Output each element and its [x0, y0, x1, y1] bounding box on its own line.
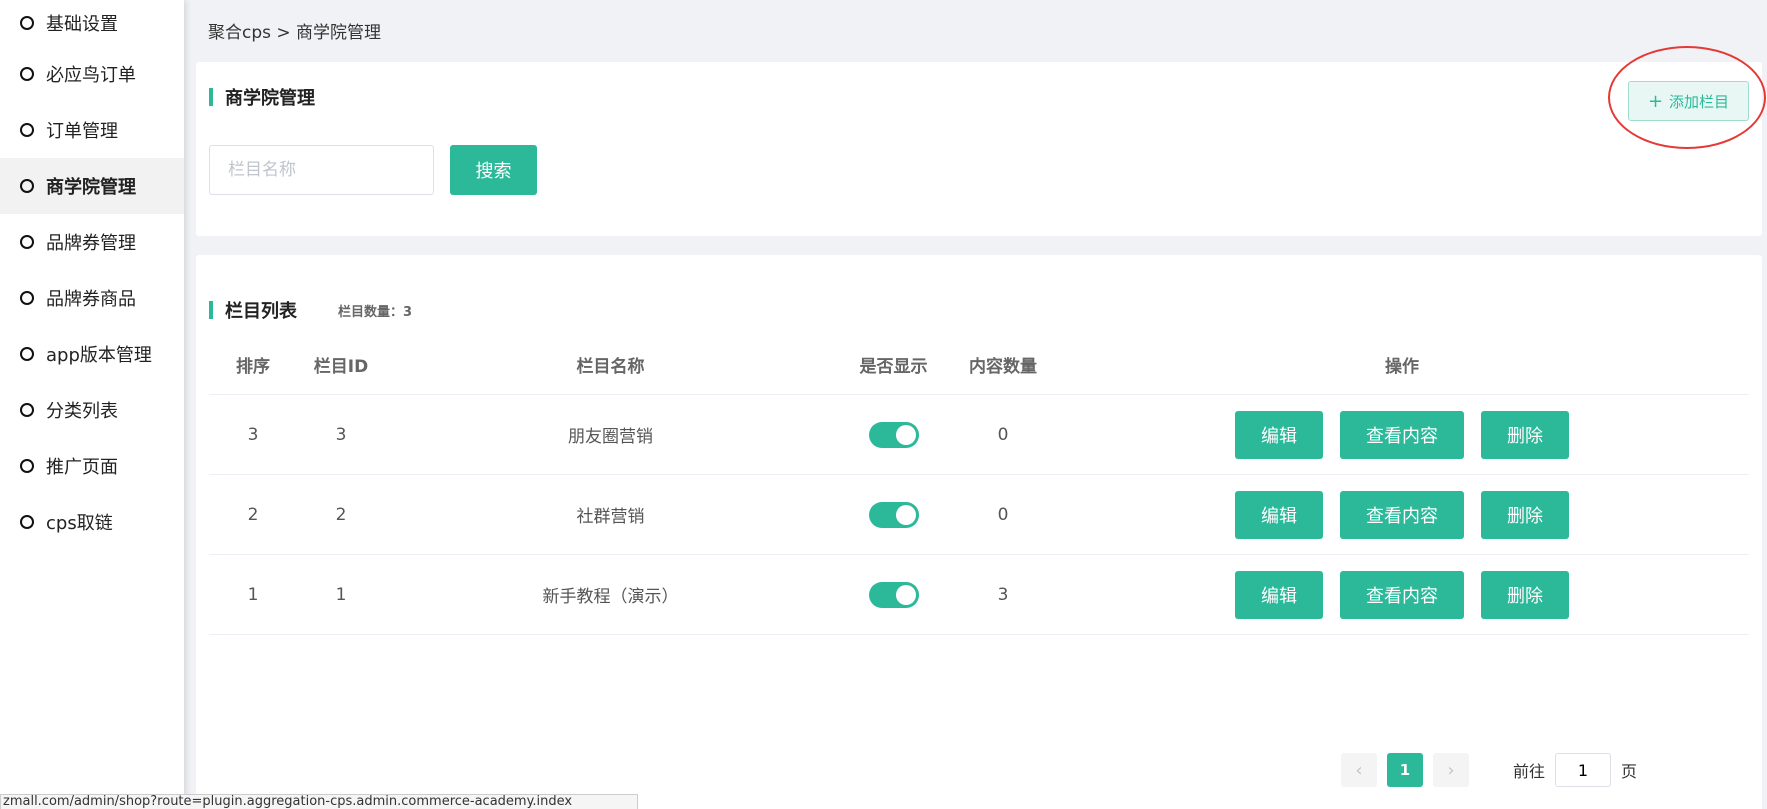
view-content-button[interactable]: 查看内容 [1340, 490, 1464, 539]
section-title-text: 商学院管理 [225, 88, 315, 109]
goto-suffix: 页 [1621, 762, 1638, 781]
circle-icon [20, 123, 34, 137]
column-list-card: 栏目列表 栏目数量：3 排序 栏目ID 栏目名称 是否显示 内容数量 操作 3 … [196, 255, 1762, 809]
edit-button[interactable]: 编辑 [1235, 410, 1323, 459]
cell-visible [836, 581, 951, 608]
delete-button[interactable]: 删除 [1481, 570, 1569, 619]
sidebar-item-label: 订单管理 [46, 121, 118, 142]
prev-page-button[interactable]: ‹ [1341, 753, 1377, 787]
sidebar-item-app-version[interactable]: app版本管理 [0, 326, 184, 382]
status-url-bar: zmall.com/admin/shop?route=plugin.aggreg… [0, 794, 638, 809]
circle-icon [20, 347, 34, 361]
sidebar-item-promo-pages[interactable]: 推广页面 [0, 438, 184, 494]
cell-id: 3 [335, 424, 347, 445]
cell-content-count: 0 [997, 424, 1009, 445]
sidebar-item-order-management[interactable]: 订单管理 [0, 102, 184, 158]
section-title-text: 栏目列表 [225, 301, 297, 322]
sidebar-item-cps-link[interactable]: cps取链 [0, 494, 184, 550]
plus-icon: + [1647, 90, 1664, 112]
add-column-label: 添加栏目 [1669, 92, 1730, 111]
sidebar-item-label: 品牌券管理 [46, 233, 136, 254]
circle-icon [20, 403, 34, 417]
sidebar-item-label: 基础设置 [46, 14, 118, 35]
goto-page-input[interactable] [1555, 753, 1612, 787]
header-id: 栏目ID [313, 357, 369, 377]
sidebar-item-brand-coupon-goods[interactable]: 品牌券商品 [0, 270, 184, 326]
circle-icon [20, 179, 34, 193]
cell-name: 社群营销 [576, 507, 645, 527]
sidebar-item-bing-orders[interactable]: 必应鸟订单 [0, 46, 184, 102]
circle-icon [20, 67, 34, 81]
column-name-input[interactable] [209, 145, 434, 195]
circle-icon [20, 515, 34, 529]
cell-actions: 编辑 查看内容 删除 [1055, 410, 1749, 459]
cell-content-count: 3 [997, 584, 1009, 605]
circle-icon [20, 459, 34, 473]
cell-content-count: 0 [997, 504, 1009, 525]
sidebar-item-category-list[interactable]: 分类列表 [0, 382, 184, 438]
sidebar-item-label: 必应鸟订单 [46, 65, 136, 86]
header-content-count: 内容数量 [969, 357, 1037, 377]
sidebar-item-label: 商学院管理 [46, 177, 136, 198]
sidebar-item-academy-management[interactable]: 商学院管理 [0, 158, 184, 214]
title-accent-bar [209, 301, 213, 319]
visibility-toggle[interactable] [868, 581, 919, 608]
pagination: ‹ 1 › 前往 页 [1341, 753, 1637, 787]
add-column-button[interactable]: + 添加栏目 [1628, 81, 1749, 121]
sidebar-item-label: app版本管理 [46, 345, 152, 366]
cell-actions: 编辑 查看内容 删除 [1055, 490, 1749, 539]
cell-name: 朋友圈营销 [568, 427, 653, 447]
cell-id: 2 [335, 504, 347, 525]
cell-sort: 2 [247, 504, 259, 525]
edit-button[interactable]: 编辑 [1235, 490, 1323, 539]
circle-icon [20, 291, 34, 305]
cell-id: 1 [335, 584, 347, 605]
circle-icon [20, 16, 34, 30]
cell-visible [836, 501, 951, 528]
search-card: 商学院管理 + 添加栏目 搜索 [196, 46, 1766, 236]
visibility-toggle[interactable] [868, 421, 919, 448]
cell-sort: 3 [247, 424, 259, 445]
table-row: 3 3 朋友圈营销 0 编辑 查看内容 删除 [209, 395, 1749, 475]
edit-button[interactable]: 编辑 [1235, 570, 1323, 619]
delete-button[interactable]: 删除 [1481, 490, 1569, 539]
section-title: 商学院管理 [209, 84, 315, 110]
cell-name: 新手教程（演示） [542, 587, 679, 607]
sidebar-item-label: 品牌券商品 [46, 289, 136, 310]
sidebar-item-label: 推广页面 [46, 457, 118, 478]
table-row: 2 2 社群营销 0 编辑 查看内容 删除 [209, 475, 1749, 555]
next-page-button[interactable]: › [1433, 753, 1469, 787]
goto-prefix: 前往 [1513, 762, 1546, 781]
header-sort: 排序 [236, 357, 270, 377]
header-name: 栏目名称 [576, 357, 645, 377]
sidebar-item-label: cps取链 [46, 513, 113, 534]
breadcrumb: 聚合cps > 商学院管理 [208, 23, 382, 43]
column-table: 排序 栏目ID 栏目名称 是否显示 内容数量 操作 3 3 朋友圈营销 0 编辑… [209, 335, 1749, 635]
cell-actions: 编辑 查看内容 删除 [1055, 570, 1749, 619]
page-number-button[interactable]: 1 [1387, 753, 1423, 787]
sidebar-item-label: 分类列表 [46, 401, 118, 422]
view-content-button[interactable]: 查看内容 [1340, 570, 1464, 619]
header-visible: 是否显示 [859, 357, 928, 377]
cell-visible [836, 421, 951, 448]
sidebar: 基础设置 必应鸟订单 订单管理 商学院管理 品牌券管理 品牌券商品 app版本管… [0, 0, 184, 809]
search-button[interactable]: 搜索 [450, 145, 537, 195]
sidebar-item-brand-coupons[interactable]: 品牌券管理 [0, 214, 184, 270]
table-row: 1 1 新手教程（演示） 3 编辑 查看内容 删除 [209, 555, 1749, 635]
cell-sort: 1 [247, 584, 259, 605]
visibility-toggle[interactable] [868, 501, 919, 528]
column-count: 栏目数量：3 [338, 305, 413, 320]
delete-button[interactable]: 删除 [1481, 410, 1569, 459]
section-title: 栏目列表 [209, 297, 297, 323]
circle-icon [20, 235, 34, 249]
sidebar-item-basic-settings[interactable]: 基础设置 [0, 0, 184, 46]
view-content-button[interactable]: 查看内容 [1340, 410, 1464, 459]
title-accent-bar [209, 88, 213, 106]
table-header: 排序 栏目ID 栏目名称 是否显示 内容数量 操作 [209, 335, 1749, 395]
header-actions: 操作 [1385, 357, 1419, 377]
